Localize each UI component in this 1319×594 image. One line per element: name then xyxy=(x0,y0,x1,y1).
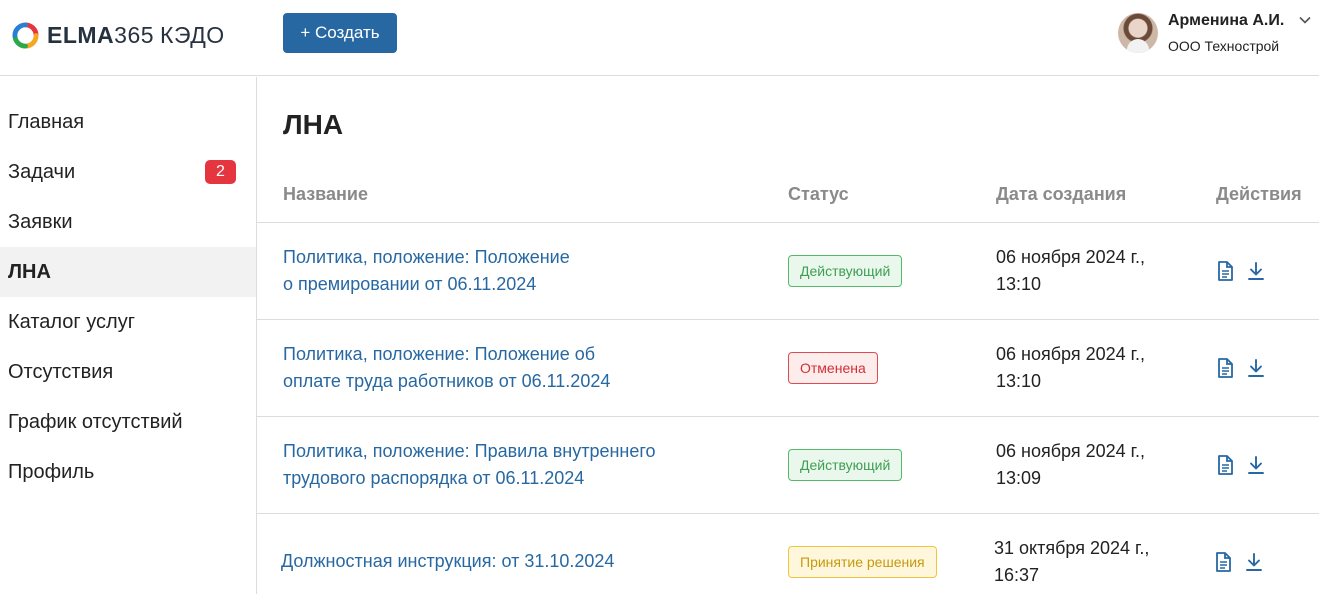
page-title: ЛНА xyxy=(283,109,344,140)
sidebar-item-label: Задачи xyxy=(8,160,76,183)
created-date-line2: 13:09 xyxy=(996,468,1042,488)
document-name-line2: трудового распорядка от 06.11.2024 xyxy=(283,468,585,488)
created-date-line1: 31 октября 2024 г., xyxy=(994,538,1150,558)
download-icon[interactable] xyxy=(1245,357,1267,379)
document-link[interactable]: Должностная инструкция: от 31.10.2024 xyxy=(281,548,701,575)
column-header-status[interactable]: Статус xyxy=(788,184,849,205)
download-icon[interactable] xyxy=(1245,260,1267,282)
document-link[interactable]: Политика, положение: Положение об оплате… xyxy=(283,341,703,395)
brand-number: 365 xyxy=(114,21,155,48)
document-link[interactable]: Политика, положение: Правила внутреннего… xyxy=(283,438,703,492)
sidebar-item-label: Заявки xyxy=(8,210,73,233)
sidebar-item-label: Отсутствия xyxy=(8,360,114,383)
download-icon[interactable] xyxy=(1243,551,1265,573)
table-row: Политика, положение: Положение о премиро… xyxy=(257,223,1319,319)
created-date: 06 ноября 2024 г., 13:10 xyxy=(996,341,1145,395)
created-date: 06 ноября 2024 г., 13:09 xyxy=(996,438,1145,492)
document-icon[interactable] xyxy=(1214,260,1236,282)
column-header-actions: Действия xyxy=(1216,184,1302,204)
document-name-line1: Политика, положение: Положение xyxy=(283,247,570,267)
created-date-line2: 13:10 xyxy=(996,274,1042,294)
created-date-line2: 16:37 xyxy=(994,565,1040,585)
sidebar-item-label: Каталог услуг xyxy=(8,310,136,333)
document-name-line2: оплате труда работников от 06.11.2024 xyxy=(283,371,611,391)
table-row: Политика, положение: Правила внутреннего… xyxy=(257,417,1319,513)
created-date: 06 ноября 2024 г., 13:10 xyxy=(996,244,1145,298)
brand-product: КЭДО xyxy=(160,21,225,48)
sidebar-item-absences[interactable]: Отсутствия xyxy=(0,347,256,397)
status-badge: Отменена xyxy=(788,352,878,384)
status-badge: Действующий xyxy=(788,449,903,481)
created-date-line2: 13:10 xyxy=(996,371,1042,391)
column-header-name[interactable]: Название xyxy=(283,184,368,205)
sidebar-item-home[interactable]: Главная xyxy=(0,97,256,147)
document-link[interactable]: Политика, положение: Положение о премиро… xyxy=(283,244,703,298)
app-header: ELMA 365 КЭДО + Создать Арменина А.И. ОО… xyxy=(0,0,1319,76)
sidebar-item-label: ЛНА xyxy=(8,260,51,283)
sidebar-item-requests[interactable]: Заявки xyxy=(0,197,256,247)
avatar[interactable] xyxy=(1118,13,1158,53)
created-date-line1: 06 ноября 2024 г., xyxy=(996,441,1146,461)
document-name-line1: Политика, положение: Правила внутреннего xyxy=(283,441,656,461)
status-badge: Действующий xyxy=(788,255,903,287)
sidebar-item-profile[interactable]: Профиль xyxy=(0,447,256,497)
sidebar-item-label: Профиль xyxy=(8,460,95,483)
sidebar: Главная Задачи 2 Заявки ЛНА Каталог услу… xyxy=(0,77,257,594)
table-row: Политика, положение: Положение об оплате… xyxy=(257,320,1319,416)
document-icon[interactable] xyxy=(1214,454,1236,476)
created-date-line1: 06 ноября 2024 г., xyxy=(996,247,1146,267)
elma-logo[interactable]: ELMA 365 КЭДО xyxy=(12,21,225,49)
sidebar-item-label: График отсутствий xyxy=(8,410,183,433)
document-icon[interactable] xyxy=(1214,357,1236,379)
column-header-date[interactable]: Дата создания xyxy=(996,184,1126,205)
sidebar-item-label: Главная xyxy=(8,110,85,133)
document-name-line1: Должностная инструкция: от 31.10.2024 xyxy=(281,551,615,571)
tasks-count-badge: 2 xyxy=(205,160,236,184)
create-button[interactable]: + Создать xyxy=(283,13,397,53)
document-name-line1: Политика, положение: Положение об xyxy=(283,344,596,364)
user-organization: ООО Технострой xyxy=(1168,38,1280,54)
user-menu[interactable]: Арменина А.И. ООО Технострой xyxy=(1118,11,1311,61)
created-date: 31 октября 2024 г., 16:37 xyxy=(994,535,1149,589)
chevron-down-icon[interactable] xyxy=(1298,13,1312,27)
sidebar-item-service-catalog[interactable]: Каталог услуг xyxy=(0,297,256,347)
user-name: Арменина А.И. xyxy=(1168,12,1285,29)
status-badge: Принятие решения xyxy=(788,546,937,578)
sidebar-item-absence-schedule[interactable]: График отсутствий xyxy=(0,397,256,447)
brand-name: ELMA xyxy=(47,21,115,48)
elma-logo-icon xyxy=(12,21,39,49)
user-info[interactable]: Арменина А.И. ООО Технострой xyxy=(1168,11,1284,61)
main-content: ЛНА Название Статус Дата создания Действ… xyxy=(257,77,1319,594)
document-icon[interactable] xyxy=(1212,551,1234,573)
download-icon[interactable] xyxy=(1245,454,1267,476)
created-date-line1: 06 ноября 2024 г., xyxy=(996,344,1146,364)
document-name-line2: о премировании от 06.11.2024 xyxy=(283,274,537,294)
sidebar-item-lna[interactable]: ЛНА xyxy=(0,247,256,297)
sidebar-item-tasks[interactable]: Задачи 2 xyxy=(0,147,256,197)
table-row: Должностная инструкция: от 31.10.2024 Пр… xyxy=(257,514,1319,594)
